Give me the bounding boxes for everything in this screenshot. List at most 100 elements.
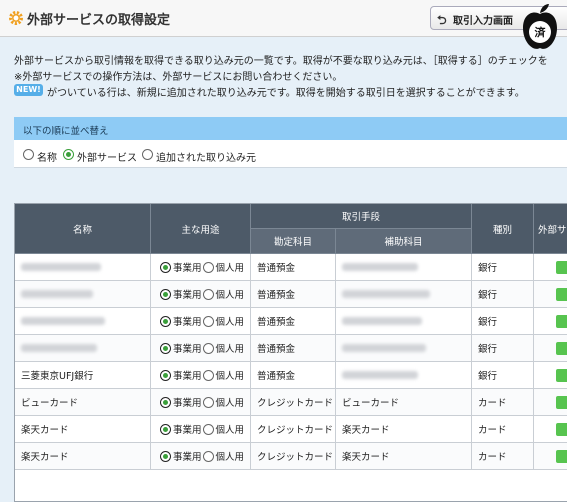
back-to-input-label: 取引入力画面 — [453, 16, 513, 27]
row-kind: カード — [472, 389, 534, 415]
use-personal-radio[interactable] — [202, 315, 214, 327]
use-business-label[interactable]: 事業用 — [173, 287, 202, 301]
use-business-label[interactable]: 事業用 — [173, 260, 202, 274]
sort-added-source-label[interactable]: 追加された取り込み元 — [156, 149, 256, 164]
col-header-name: 名称 — [15, 204, 151, 254]
table-row: 事業用 個人用 普通預金 銀行 — [15, 281, 567, 308]
row-account: 普通預金 — [251, 281, 336, 307]
row-use: 事業用 個人用 — [151, 308, 251, 334]
use-personal-label[interactable]: 個人用 — [216, 368, 245, 382]
use-personal-radio[interactable] — [202, 369, 214, 381]
sort-name-radio[interactable] — [23, 149, 34, 160]
row-kind: カード — [472, 416, 534, 442]
external-service-icon[interactable] — [556, 288, 567, 301]
sort-options: 名称 外部サービス 追加された取り込み元 — [14, 140, 567, 168]
col-header-sub-account: 補助科目 — [336, 229, 472, 254]
use-business-label[interactable]: 事業用 — [173, 422, 202, 436]
use-personal-radio[interactable] — [202, 342, 214, 354]
use-business-radio[interactable] — [160, 369, 171, 381]
gear-icon — [9, 11, 23, 25]
use-business-radio[interactable] — [160, 315, 171, 327]
row-account: クレジットカード — [251, 389, 336, 415]
sort-external-service-label[interactable]: 外部サービス — [77, 149, 137, 164]
row-account: 普通預金 — [251, 308, 336, 334]
redacted-name — [21, 317, 105, 325]
sort-panel-header: 以下の順に並べ替え — [14, 117, 567, 140]
sort-name-label[interactable]: 名称 — [37, 149, 57, 164]
use-business-label[interactable]: 事業用 — [173, 368, 202, 382]
row-sub-account: 楽天カード — [336, 416, 472, 442]
use-personal-label[interactable]: 個人用 — [216, 395, 245, 409]
row-sub-account — [336, 335, 472, 361]
row-sub-account: ビューカード — [336, 389, 472, 415]
use-personal-radio[interactable] — [202, 288, 214, 300]
external-service-icon[interactable] — [556, 342, 567, 355]
row-use: 事業用 個人用 — [151, 443, 251, 469]
use-personal-label[interactable]: 個人用 — [216, 341, 245, 355]
use-business-radio[interactable] — [160, 288, 171, 300]
redacted-sub-account — [342, 371, 418, 379]
use-business-label[interactable]: 事業用 — [173, 395, 202, 409]
use-business-radio[interactable] — [160, 342, 171, 354]
row-kind: 銀行 — [472, 362, 534, 388]
use-business-radio[interactable] — [160, 261, 171, 273]
external-service-icon[interactable] — [556, 450, 567, 463]
redacted-sub-account — [342, 344, 426, 352]
new-badge: NEW! — [14, 84, 43, 96]
row-name: 楽天カード — [15, 443, 151, 469]
use-personal-radio[interactable] — [202, 423, 214, 435]
row-sub-account — [336, 254, 472, 280]
use-personal-label[interactable]: 個人用 — [216, 287, 245, 301]
row-kind: 銀行 — [472, 308, 534, 334]
row-kind: 銀行 — [472, 335, 534, 361]
row-use: 事業用 個人用 — [151, 281, 251, 307]
intro-line-1: 外部サービスから取引情報を取得できる取り込み元の一覧です。取得が不要な取り込み元… — [14, 56, 548, 67]
external-service-icon[interactable] — [556, 396, 567, 409]
use-personal-label[interactable]: 個人用 — [216, 314, 245, 328]
row-name: ビューカード — [15, 389, 151, 415]
external-service-icon[interactable] — [556, 315, 567, 328]
row-kind: 銀行 — [472, 281, 534, 307]
row-account: 普通預金 — [251, 362, 336, 388]
use-personal-radio[interactable] — [202, 450, 214, 462]
sort-added-source-radio[interactable] — [142, 149, 153, 160]
use-personal-label[interactable]: 個人用 — [216, 422, 245, 436]
row-account: 普通預金 — [251, 254, 336, 280]
use-business-label[interactable]: 事業用 — [173, 341, 202, 355]
page-header: 外部サービスの取得設定 ⮌ 取引入力画面 済 — [0, 0, 567, 49]
use-business-label[interactable]: 事業用 — [173, 314, 202, 328]
row-name: 楽天カード — [15, 416, 151, 442]
external-service-icon[interactable] — [556, 369, 567, 382]
table-row: 三菱東京UFJ銀行 事業用 個人用 普通預金 銀行 — [15, 362, 567, 389]
external-service-icon[interactable] — [556, 423, 567, 436]
sort-external-service-radio[interactable] — [63, 149, 74, 160]
col-header-method: 取引手段 — [251, 204, 472, 229]
row-name — [15, 335, 151, 361]
use-personal-label[interactable]: 個人用 — [216, 449, 245, 463]
use-business-radio[interactable] — [160, 450, 171, 462]
table-row: 事業用 個人用 普通預金 銀行 — [15, 254, 567, 281]
return-arrow-icon: ⮌ — [437, 13, 447, 27]
redacted-name — [21, 344, 97, 352]
col-header-use: 主な用途 — [151, 204, 251, 254]
table-row: 楽天カード 事業用 個人用 クレジットカード 楽天カード カード — [15, 443, 567, 470]
use-business-label[interactable]: 事業用 — [173, 449, 202, 463]
external-service-icon[interactable] — [556, 261, 567, 274]
row-account: 普通預金 — [251, 335, 336, 361]
use-personal-label[interactable]: 個人用 — [216, 260, 245, 274]
apple-logo-badge: 済 — [523, 4, 557, 49]
use-business-radio[interactable] — [160, 396, 171, 408]
table-row: 楽天カード 事業用 個人用 クレジットカード 楽天カード カード — [15, 416, 567, 443]
redacted-sub-account — [342, 263, 418, 271]
row-use: 事業用 個人用 — [151, 389, 251, 415]
row-kind: 銀行 — [472, 254, 534, 280]
use-personal-radio[interactable] — [202, 261, 214, 273]
redacted-name — [21, 263, 101, 271]
use-personal-radio[interactable] — [202, 396, 214, 408]
row-use: 事業用 個人用 — [151, 416, 251, 442]
table-row: ビューカード 事業用 個人用 クレジットカード ビューカード カード — [15, 389, 567, 416]
row-name: 三菱東京UFJ銀行 — [15, 362, 151, 388]
row-account: クレジットカード — [251, 416, 336, 442]
table-row: 事業用 個人用 普通預金 銀行 — [15, 335, 567, 362]
use-business-radio[interactable] — [160, 423, 171, 435]
